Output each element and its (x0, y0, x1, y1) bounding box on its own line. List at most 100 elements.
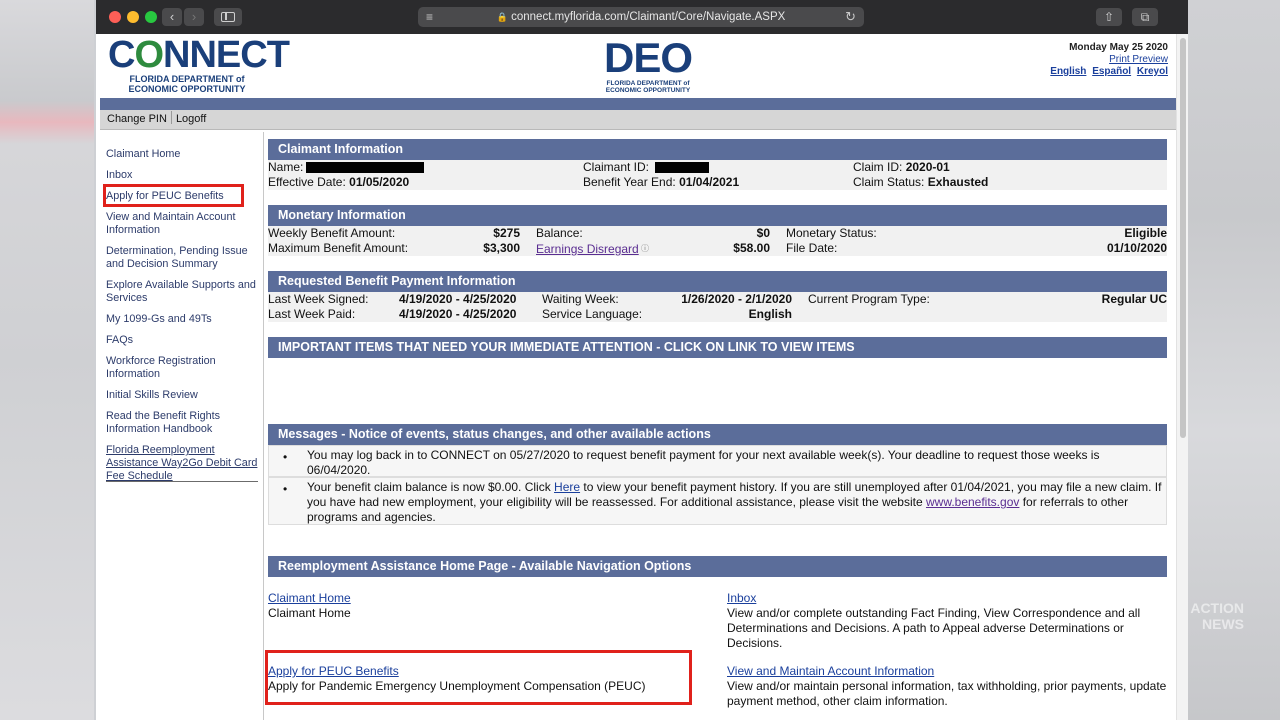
effective-date-label: Effective Date: (268, 175, 346, 189)
claimant-id-redacted (655, 162, 709, 173)
tabs-icon: ⧉ (1140, 10, 1150, 24)
bullet-icon: • (283, 482, 288, 496)
navigation-options-header: Reemployment Assistance Home Page - Avai… (268, 556, 1167, 577)
claimant-home-desc: Claimant Home (268, 606, 351, 620)
claim-id-value: 2020-01 (905, 160, 950, 174)
claim-status-label: Claim Status: (853, 175, 925, 189)
program-type-label: Current Program Type: (808, 292, 930, 306)
forward-button[interactable]: › (184, 8, 204, 26)
share-icon: ⇧ (1103, 10, 1115, 24)
nav-option-account: View and Maintain Account Information Vi… (727, 664, 1167, 709)
monetary-row-2: Maximum Benefit Amount: $3,300 Earnings … (268, 241, 1167, 256)
balance-label: Balance: (536, 226, 583, 240)
back-button[interactable]: ‹ (162, 8, 182, 26)
message-item: • You may log back in to CONNECT on 05/2… (268, 445, 1167, 477)
messages-header: Messages - Notice of events, status chan… (268, 424, 1167, 445)
claim-id-label: Claim ID: (853, 160, 903, 174)
connect-wordmark: CONNECT (108, 34, 290, 76)
language-kreyol-link[interactable]: Kreyol (1137, 66, 1168, 77)
highlight-box-peuc (265, 650, 692, 705)
deo-wordmark: DEO (603, 34, 693, 81)
deo-logo-line2: ECONOMIC OPPORTUNITY (605, 87, 691, 94)
chevron-left-icon: ‹ (169, 9, 175, 24)
web-page: CONNECT FLORIDA DEPARTMENT of ECONOMIC O… (96, 34, 1176, 720)
header-right: Monday May 25 2020 Print Preview English… (1047, 42, 1168, 78)
scrollbar-thumb[interactable] (1180, 38, 1186, 438)
effective-date-value: 01/05/2020 (349, 175, 410, 189)
wba-label: Weekly Benefit Amount: (268, 226, 396, 240)
nav-inbox[interactable]: Inbox (106, 169, 260, 182)
nav-faqs[interactable]: FAQs (106, 334, 260, 347)
message-1-text: You may log back in to CONNECT on 05/27/… (307, 448, 1100, 477)
nav-option-claimant-home: Claimant Home Claimant Home (268, 591, 708, 621)
share-button[interactable]: ⇧ (1096, 8, 1122, 26)
nav-determination-summary[interactable]: Determination, Pending Issue and Decisio… (106, 245, 260, 271)
sidebar-toggle-button[interactable] (214, 8, 242, 26)
earnings-disregard-link[interactable]: Earnings Disregard (536, 242, 639, 256)
left-navigation: Claimant Home Inbox Apply for PEUC Benef… (100, 132, 264, 720)
reload-icon[interactable]: ↻ (845, 7, 856, 27)
monetary-row-1: Weekly Benefit Amount: $275 Balance: $0 … (268, 226, 1167, 241)
payment-row-2: Last Week Paid: 4/19/2020 - 4/25/2020 Se… (268, 307, 1167, 322)
claim-status-value: Exhausted (927, 175, 989, 189)
nav-benefit-rights-handbook[interactable]: Read the Benefit Rights Information Hand… (106, 410, 260, 436)
program-type-value: Regular UC (1101, 292, 1167, 306)
inbox-link[interactable]: Inbox (727, 591, 1167, 606)
last-week-signed-label: Last Week Signed: (268, 292, 369, 306)
monetary-info-header: Monetary Information (268, 205, 1167, 226)
message-2-text: Your benefit claim balance is now $0.00.… (307, 480, 1162, 524)
benefit-year-label: Benefit Year End: (583, 175, 676, 189)
inbox-desc: View and/or complete outstanding Fact Fi… (727, 606, 1141, 650)
payment-info-header: Requested Benefit Payment Information (268, 271, 1167, 292)
balance-value: $0 (756, 226, 770, 240)
view-maintain-account-link[interactable]: View and Maintain Account Information (727, 664, 1167, 679)
news-watermark: ACTION NEWS (1190, 600, 1244, 632)
file-date-value: 01/10/2020 (1106, 241, 1167, 255)
fullscreen-window-button[interactable] (145, 11, 157, 23)
minimize-window-button[interactable] (127, 11, 139, 23)
help-icon[interactable]: ⓘ (639, 244, 649, 253)
nav-explore-supports[interactable]: Explore Available Supports and Services (106, 279, 260, 305)
change-pin-link[interactable]: Change PIN (107, 113, 167, 125)
claimant-row-1: Name: Claimant ID: Claim ID: 2020-01 (268, 160, 1167, 175)
nav-way2go-fee-schedule[interactable]: Florida Reemployment Assistance Way2Go D… (106, 444, 260, 483)
close-window-button[interactable] (109, 11, 121, 23)
language-english-link[interactable]: English (1050, 66, 1086, 77)
nav-view-maintain-account[interactable]: View and Maintain Account Information (106, 211, 260, 237)
current-date: Monday May 25 2020 (1069, 42, 1168, 53)
sidebar-icon (221, 12, 235, 22)
address-bar[interactable]: ≡ 🔒 connect.myflorida.com/Claimant/Core/… (418, 7, 864, 27)
last-week-paid-value: 4/19/2020 - 4/25/2020 (399, 307, 517, 321)
message-item: • Your benefit claim balance is now $0.0… (268, 477, 1167, 525)
nav-initial-skills-review[interactable]: Initial Skills Review (106, 389, 260, 402)
nav-claimant-home[interactable]: Claimant Home (106, 148, 260, 161)
earnings-disregard-value: $58.00 (733, 241, 770, 255)
lock-icon: 🔒 (496, 12, 508, 22)
waiting-week-value: 1/26/2020 - 2/1/2020 (681, 292, 792, 306)
monetary-status-label: Monetary Status: (786, 226, 877, 240)
benefits-gov-link[interactable]: www.benefits.gov (926, 495, 1019, 509)
waiting-week-label: Waiting Week: (542, 292, 619, 306)
header-divider (100, 98, 1176, 110)
claimant-home-link[interactable]: Claimant Home (268, 591, 708, 606)
benefit-year-value: 01/04/2021 (679, 175, 740, 189)
claimant-info-header: Claimant Information (268, 139, 1167, 160)
url-text: connect.myflorida.com/Claimant/Core/Navi… (511, 11, 786, 23)
reader-icon[interactable]: ≡ (426, 7, 433, 27)
logoff-link[interactable]: Logoff (176, 113, 206, 125)
language-espanol-link[interactable]: Español (1092, 66, 1131, 77)
nav-workforce-registration[interactable]: Workforce Registration Information (106, 355, 260, 381)
connect-logo[interactable]: CONNECT FLORIDA DEPARTMENT of ECONOMIC O… (108, 34, 290, 96)
connect-logo-line2: ECONOMIC OPPORTUNITY (128, 84, 246, 94)
payment-history-link[interactable]: Here (554, 480, 580, 494)
payment-row-1: Last Week Signed: 4/19/2020 - 4/25/2020 … (268, 292, 1167, 307)
important-items-header: IMPORTANT ITEMS THAT NEED YOUR IMMEDIATE… (268, 337, 1167, 358)
mba-label: Maximum Benefit Amount: (268, 241, 409, 255)
claimant-id-label: Claimant ID: (583, 160, 650, 174)
tabs-overview-button[interactable]: ⧉ (1132, 8, 1158, 26)
print-preview-link[interactable]: Print Preview (1109, 54, 1168, 65)
connect-logo-line1: FLORIDA DEPARTMENT of (129, 74, 245, 84)
monetary-status-value: Eligible (1124, 226, 1167, 240)
nav-1099g-49t[interactable]: My 1099-Gs and 49Ts (106, 313, 260, 326)
service-language-label: Service Language: (542, 307, 643, 321)
